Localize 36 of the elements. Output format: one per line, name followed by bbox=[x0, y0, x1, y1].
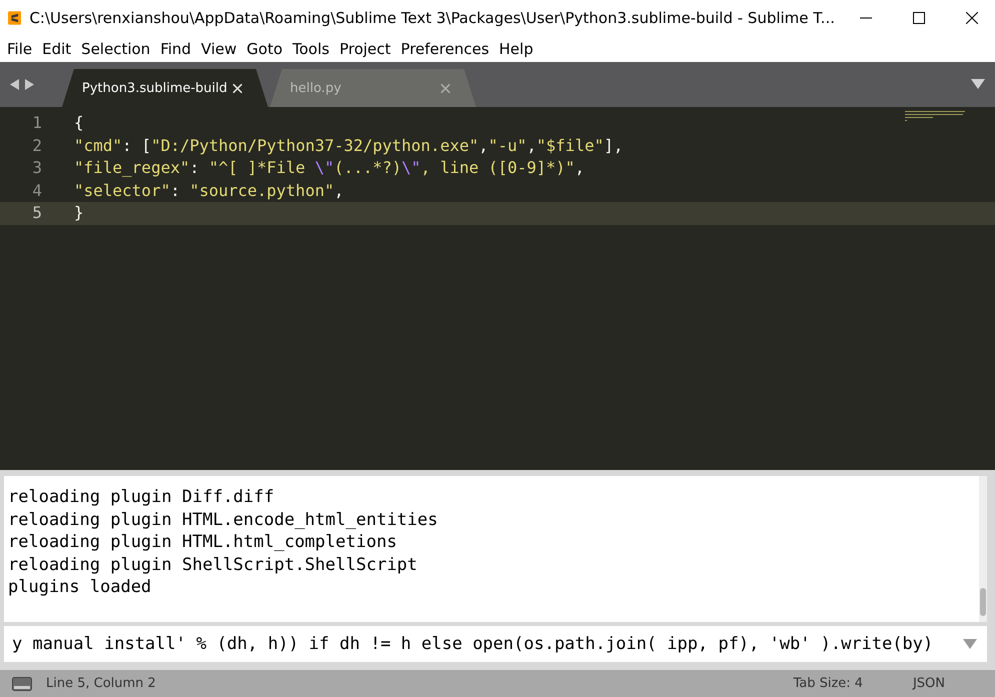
menu-item[interactable]: Find bbox=[155, 40, 196, 58]
menu-item[interactable]: File bbox=[2, 40, 38, 58]
close-icon bbox=[966, 12, 978, 24]
console-line: plugins loaded bbox=[8, 576, 152, 598]
menu-item[interactable]: Project bbox=[334, 40, 396, 58]
menu-item[interactable]: Selection bbox=[76, 40, 156, 58]
console-line: reloading plugin Diff.diff bbox=[8, 486, 276, 508]
cursor-position: Line 5, Column 2 bbox=[46, 676, 157, 691]
console-line: reloading plugin HTML.encode_html_entities bbox=[8, 508, 439, 531]
code-line: } bbox=[73, 202, 84, 224]
dropdown-arrow-icon[interactable] bbox=[963, 639, 977, 649]
menu-item[interactable]: Goto bbox=[242, 40, 288, 58]
menu-item[interactable]: View bbox=[196, 40, 242, 58]
code-line: "selector": "source.python", bbox=[73, 180, 344, 202]
menu-item[interactable]: Tools bbox=[288, 40, 334, 58]
minimize-icon bbox=[860, 17, 872, 19]
back-arrow-icon[interactable] bbox=[10, 79, 19, 90]
file-tab[interactable]: Python3.sublime-build bbox=[62, 69, 268, 107]
maximize-icon bbox=[912, 12, 925, 24]
menu-item[interactable]: Help bbox=[494, 40, 538, 58]
console-line: reloading plugin ShellScript.ShellScript bbox=[8, 554, 418, 576]
forward-arrow-icon[interactable] bbox=[25, 79, 34, 90]
console-input-field[interactable]: y manual install' % (dh, h)) if dh != h else open(os.path.join( ipp, pf), 'wb' ).write(by) bbox=[4, 626, 987, 662]
syntax-setting[interactable]: JSON bbox=[912, 676, 945, 691]
console-line: reloading plugin HTML.html_completions bbox=[8, 531, 398, 554]
window-title: C:\Users\renxianshou\AppData\Roaming\Sublime Text 3\Packages\User\Python3.sublime-build - Sublime T... bbox=[29, 9, 835, 27]
dropdown-arrow-icon[interactable] bbox=[971, 79, 985, 89]
code-line: "file_regex": "^[ ]*File \"(...*?)\", line ([0-9]*)", bbox=[73, 157, 585, 179]
menu-item[interactable]: Preferences bbox=[396, 40, 494, 58]
tab-size-setting[interactable]: Tab Size: 4 bbox=[793, 676, 863, 691]
menu-item[interactable]: Edit bbox=[37, 40, 76, 58]
scrollbar[interactable] bbox=[979, 476, 987, 622]
code-line: { bbox=[73, 112, 84, 134]
panel-toggle-icon[interactable] bbox=[12, 676, 32, 690]
app-logo-icon bbox=[8, 10, 22, 26]
code-line: "cmd": ["D:/Python/Python37-32/python.exe","-u","$file"], bbox=[73, 134, 624, 156]
